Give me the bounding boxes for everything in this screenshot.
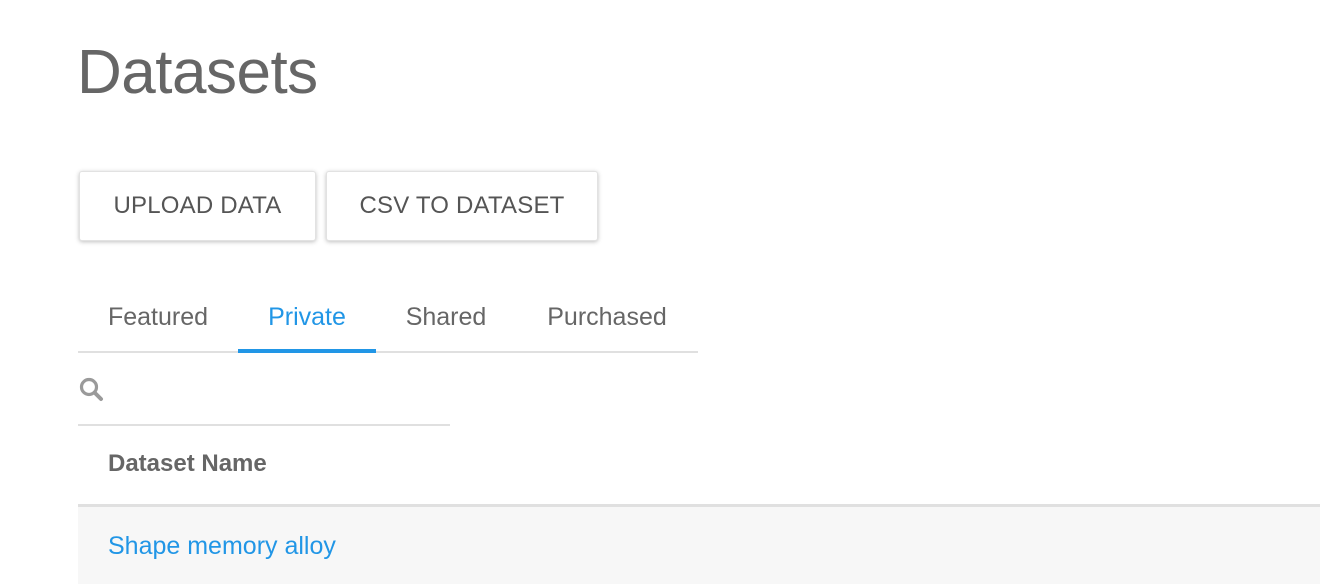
- search-bar: [78, 360, 450, 426]
- table-row[interactable]: Shape memory alloy: [78, 507, 1320, 584]
- tab-private[interactable]: Private: [238, 284, 376, 351]
- tab-shared[interactable]: Shared: [376, 284, 516, 351]
- datasets-page: Datasets UPLOAD DATA CSV TO DATASET Feat…: [0, 0, 1320, 584]
- tab-featured[interactable]: Featured: [78, 284, 238, 351]
- page-title: Datasets: [77, 38, 318, 107]
- active-tab-indicator: [238, 349, 376, 353]
- tab-purchased[interactable]: Purchased: [516, 284, 698, 351]
- dataset-tabs: Featured Private Shared Purchased: [78, 284, 698, 353]
- search-icon: [78, 376, 106, 404]
- csv-to-dataset-button[interactable]: CSV TO DATASET: [326, 171, 598, 241]
- search-input[interactable]: [114, 372, 448, 410]
- dataset-link[interactable]: Shape memory alloy: [108, 532, 336, 561]
- table-header: Dataset Name: [78, 428, 1320, 507]
- upload-data-button[interactable]: UPLOAD DATA: [79, 171, 316, 241]
- column-header-dataset-name[interactable]: Dataset Name: [108, 450, 267, 478]
